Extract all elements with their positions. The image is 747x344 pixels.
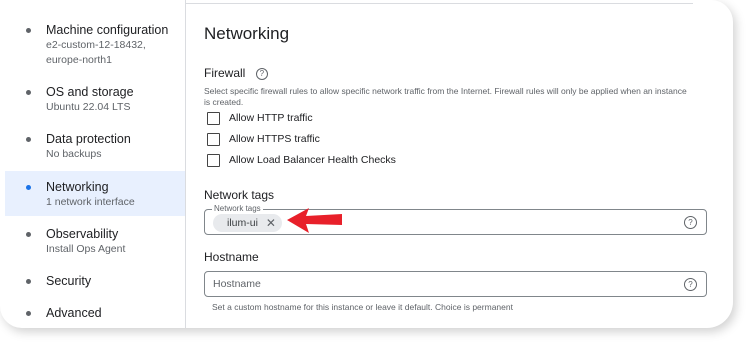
instance-config-card: Machine configuration e2-custom-12-18432… [0,0,733,328]
help-icon[interactable]: ? [684,216,697,229]
firewall-heading: Firewall [204,66,246,80]
page-title: Networking [204,24,290,43]
sidebar-item-observability[interactable]: Observability Install Ops Agent [5,226,185,262]
hostname-hint: Set a custom hostname for this instance … [212,302,513,312]
sidebar-item-networking[interactable]: Networking 1 network interface [5,171,185,216]
checkbox-icon[interactable] [207,153,220,167]
sidebar-item-sublabel: No backups [46,148,102,160]
sidebar-item-label: Networking [46,180,109,194]
bullet-icon [26,137,31,142]
sidebar-item-machine-configuration[interactable]: Machine configuration e2-custom-12-18432… [5,22,185,72]
close-icon[interactable]: ✕ [266,216,276,230]
top-divider [185,3,693,4]
sidebar-item-label: Machine configuration [46,23,169,37]
network-tags-heading: Network tags [204,188,275,202]
sidebar-item-sublabel: europe-north1 [46,54,112,66]
help-icon[interactable]: ? [684,278,697,291]
firewall-heading-row: Firewall ? [204,64,268,82]
bullet-icon [26,28,31,33]
sidebar-item-sublabel: e2-custom-12-18432, [46,39,146,51]
sidebar-item-label: Data protection [46,132,131,146]
checkbox-allow-https[interactable]: Allow HTTPS traffic [207,131,320,147]
checkbox-label: Allow HTTP traffic [229,112,313,124]
sidebar: Machine configuration e2-custom-12-18432… [0,0,186,328]
sidebar-item-sublabel: Ubuntu 22.04 LTS [46,101,131,113]
tag-chip: ilum-ui ✕ [213,214,282,232]
sidebar-item-label: OS and storage [46,85,134,99]
sidebar-item-data-protection[interactable]: Data protection No backups [5,131,185,167]
bullet-icon [26,279,31,284]
hostname-placeholder: Hostname [213,278,261,290]
checkbox-label: Allow HTTPS traffic [229,133,320,145]
sidebar-item-security[interactable]: Security [5,273,185,293]
sidebar-item-label: Security [46,274,92,288]
hostname-input[interactable]: Hostname ? [204,271,707,297]
help-icon[interactable]: ? [255,68,268,80]
hostname-heading: Hostname [204,250,259,264]
bullet-icon [26,311,31,316]
bullet-icon [26,90,31,95]
checkbox-label: Allow Load Balancer Health Checks [229,154,396,166]
checkbox-allow-lb-health-checks[interactable]: Allow Load Balancer Health Checks [207,152,396,168]
sidebar-item-os-storage[interactable]: OS and storage Ubuntu 22.04 LTS [5,84,185,120]
checkbox-icon[interactable] [207,132,220,146]
firewall-description: Select specific firewall rules to allow … [204,86,687,107]
bullet-icon [26,232,31,237]
sidebar-item-label: Advanced [46,306,102,320]
sidebar-item-label: Observability [46,227,119,241]
sidebar-item-sublabel: 1 network interface [46,196,135,208]
tag-chip-label: ilum-ui [227,217,258,229]
network-tags-input[interactable]: Network tags ilum-ui ✕ ? [204,204,707,235]
checkbox-allow-http[interactable]: Allow HTTP traffic [207,110,313,126]
bullet-icon [26,185,31,190]
sidebar-item-advanced[interactable]: Advanced [5,305,185,325]
annotation-arrow-icon [287,208,342,233]
network-tags-field-label: Network tags [212,204,263,214]
sidebar-item-sublabel: Install Ops Agent [46,243,126,255]
checkbox-icon[interactable] [207,111,220,125]
